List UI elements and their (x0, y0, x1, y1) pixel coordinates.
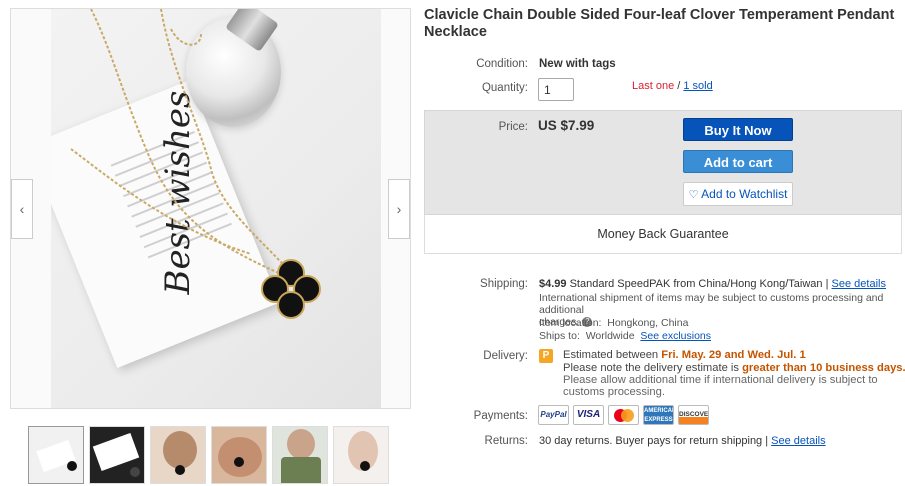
delivery-truck-icon: P (539, 349, 553, 363)
thumbnail-1[interactable] (28, 426, 84, 484)
paypal-logo: PayPal (538, 405, 569, 425)
main-product-image[interactable]: Best wishes ‹ › (10, 8, 411, 409)
next-image-button[interactable]: › (388, 179, 410, 239)
visa-logo: VISA (573, 405, 604, 425)
returns-see-details-link[interactable]: See details (771, 435, 825, 447)
delivery-note-2: Please allow additional time if internat… (563, 374, 878, 386)
returns-value: 30 day returns. Buyer pays for return sh… (539, 435, 769, 447)
delivery-estimate: Estimated between Fri. May. 29 and Wed. … (563, 349, 806, 361)
shipping-see-details-link[interactable]: See details (832, 278, 886, 290)
prev-image-button[interactable]: ‹ (11, 179, 33, 239)
estimate-dates: Fri. May. 29 and Wed. Jul. 1 (661, 349, 806, 361)
shipping-method: Standard SpeedPAK from China/Hong Kong/T… (569, 278, 829, 290)
condition-value: New with tags (539, 58, 616, 70)
quantity-input[interactable] (538, 78, 574, 101)
see-exclusions-link[interactable]: See exclusions (640, 330, 711, 342)
price-label: Price: (498, 121, 528, 133)
payments-label: Payments: (473, 410, 528, 422)
delivery-label: Delivery: (483, 350, 528, 362)
watchlist-label: Add to Watchlist (701, 187, 788, 201)
thumbnail-5[interactable] (272, 426, 328, 484)
ships-to-value: Worldwide (585, 330, 635, 342)
sold-count-link[interactable]: 1 sold (683, 80, 712, 92)
delivery-note-highlight: greater than 10 business days. (742, 362, 905, 374)
thumbnail-strip (28, 426, 390, 484)
product-photo: Best wishes (51, 9, 381, 408)
heart-icon: ♡ (688, 189, 699, 201)
add-to-watchlist-button[interactable]: ♡ Add to Watchlist (683, 182, 793, 206)
delivery-note-3: customs processing. (563, 386, 665, 398)
quantity-label: Quantity: (481, 82, 528, 94)
chevron-left-icon: ‹ (19, 201, 25, 217)
payment-logos: PayPal VISA AMERICAN EXPRESS DISCOVER (538, 405, 709, 425)
thumbnail-6[interactable] (333, 426, 389, 484)
delivery-note: Please note the delivery estimate is gre… (563, 362, 905, 374)
buy-it-now-button[interactable]: Buy It Now (683, 118, 793, 141)
mastercard-logo (608, 405, 639, 425)
ships-to-label: Ships to: (539, 330, 580, 342)
returns-label: Returns: (484, 435, 528, 447)
thumbnail-4[interactable] (211, 426, 267, 484)
price-value: US $7.99 (538, 118, 595, 133)
clover-pendant (261, 259, 321, 319)
intl-note-line-1: International shipment of items may be s… (539, 292, 884, 316)
item-location-label: Item location: (539, 317, 602, 329)
delivery-note-prefix: Please note the delivery estimate is (563, 362, 743, 374)
estimate-prefix: Estimated between (563, 349, 662, 361)
shipping-cost: $4.99 (539, 278, 567, 290)
discover-logo: DISCOVER (678, 405, 709, 425)
shipping-label: Shipping: (480, 278, 528, 290)
shipping-line: $4.99 Standard SpeedPAK from China/Hong … (539, 278, 886, 290)
money-back-guarantee: Money Back Guarantee (424, 215, 902, 254)
amex-logo: AMERICAN EXPRESS (643, 405, 674, 425)
condition-label: Condition: (476, 58, 528, 70)
ships-to: Ships to: Worldwide See exclusions (539, 330, 711, 342)
item-location: Item location: Hongkong, China (539, 317, 688, 329)
chevron-right-icon: › (396, 201, 402, 217)
stock-separator: / (674, 80, 684, 92)
thumbnail-2[interactable] (89, 426, 145, 484)
gold-chain (70, 9, 290, 275)
returns-policy: 30 day returns. Buyer pays for return sh… (539, 435, 826, 447)
thumbnail-3[interactable] (150, 426, 206, 484)
item-location-value: Hongkong, China (607, 317, 689, 329)
last-one-text: Last one (632, 80, 675, 92)
stock-status: Last one / 1 sold (632, 80, 713, 92)
add-to-cart-button[interactable]: Add to cart (683, 150, 793, 173)
item-title: Clavicle Chain Double Sided Four-leaf Cl… (424, 7, 895, 40)
